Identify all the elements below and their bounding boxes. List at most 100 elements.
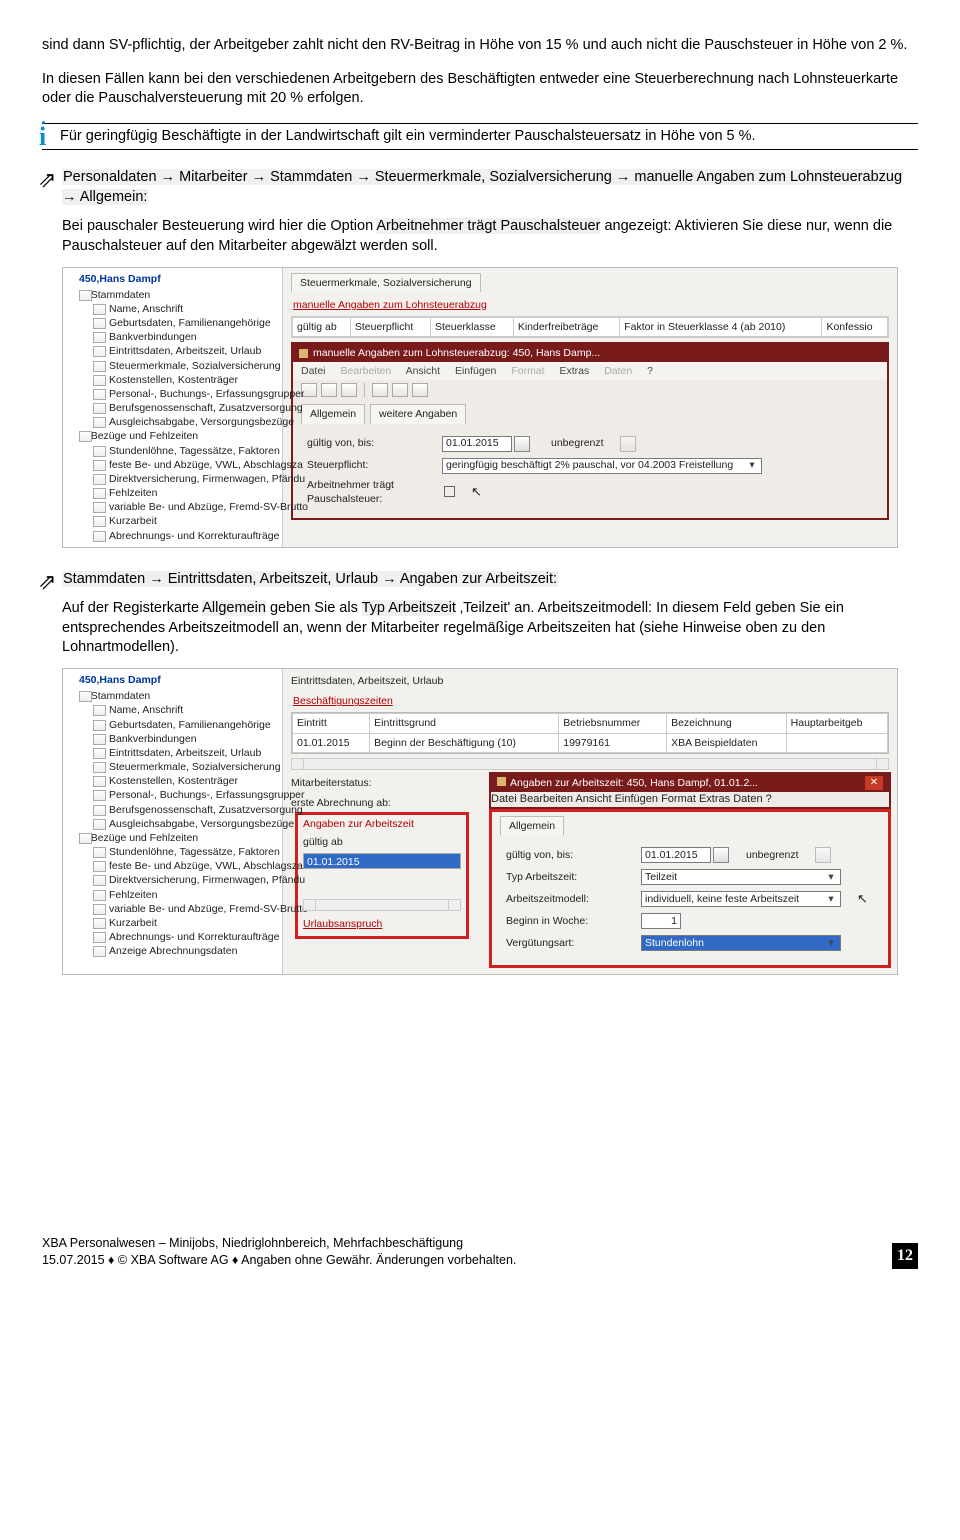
tree-group-bezuege-2[interactable]: Bezüge und Fehlzeiten Stundenlöhne, Tage…: [79, 831, 282, 959]
tree-item[interactable]: Stundenlöhne, Tagessätze, Faktoren: [93, 845, 282, 859]
col-header[interactable]: Kinderfreibeträge: [513, 317, 619, 336]
tree-item[interactable]: Abrechnungs- und Korrekturaufträge: [93, 529, 282, 543]
tb-save-icon[interactable]: [321, 383, 337, 397]
tree-item[interactable]: Berufsgenossenschaft, Zusatzversorgung: [93, 803, 282, 817]
scroll-left-icon[interactable]: [292, 759, 304, 769]
col-header[interactable]: Bezeichnung: [667, 714, 787, 733]
tree-item[interactable]: Eintrittsdaten, Arbeitszeit, Urlaub: [93, 746, 282, 760]
tree-item[interactable]: Fehlzeiten: [93, 486, 282, 500]
tab-weitere-angaben[interactable]: weitere Angaben: [370, 404, 466, 423]
input-beginn-woche[interactable]: 1: [641, 913, 681, 929]
input-gueltig-von[interactable]: 01.01.2015: [442, 436, 512, 452]
sublink-manuelle-angaben[interactable]: manuelle Angaben zum Lohnsteuerabzug: [283, 292, 897, 314]
tb-paste-icon[interactable]: [412, 383, 428, 397]
scroll-right-icon[interactable]: [876, 759, 888, 769]
tree-item[interactable]: feste Be- und Abzüge, VWL, Abschlagsza: [93, 458, 282, 472]
tree-root[interactable]: 450,Hans Dampf: [79, 272, 282, 286]
col-header[interactable]: Betriebsnummer: [559, 714, 667, 733]
tb-cut-icon[interactable]: [372, 383, 388, 397]
menu-daten[interactable]: Daten: [604, 365, 632, 377]
menu-format[interactable]: Format: [511, 365, 544, 377]
tree-item[interactable]: variable Be- und Abzüge, Fremd-SV-Brutto: [93, 902, 282, 916]
chevron-down-icon[interactable]: ▾: [825, 870, 837, 884]
col-header[interactable]: Hauptarbeitgeb: [786, 714, 887, 733]
col-header[interactable]: Eintritt: [293, 714, 370, 733]
table-cell[interactable]: Beginn der Beschäftigung (10): [370, 733, 559, 752]
tree-item[interactable]: Abrechnungs- und Korrekturaufträge: [93, 930, 282, 944]
input-bis[interactable]: unbegrenzt: [743, 847, 813, 863]
menu-ansicht[interactable]: Ansicht: [406, 365, 440, 377]
panel-scrollbar[interactable]: [303, 899, 461, 911]
tree-item[interactable]: Direktversicherung, Firmenwagen, Pfändu: [93, 472, 282, 486]
tree-item[interactable]: Name, Anschrift: [93, 703, 282, 717]
tree-item[interactable]: Ausgleichsabgabe, Versorgungsbezüge: [93, 817, 282, 831]
tree-item[interactable]: Berufsgenossenschaft, Zusatzversorgung: [93, 401, 282, 415]
table-cell[interactable]: 19979161: [559, 733, 667, 752]
tree-item[interactable]: Anzeige Abrechnungsdaten: [93, 944, 282, 958]
tab-steuermerkmale[interactable]: Steuermerkmale, Sozialversicherung: [291, 273, 481, 292]
tb-print-icon[interactable]: [341, 383, 357, 397]
menu-einfuegen[interactable]: Einfügen: [455, 365, 496, 377]
select-arbeitszeitmodell[interactable]: individuell, keine feste Arbeitszeit▾: [641, 891, 841, 907]
menu-datei[interactable]: Datei: [301, 365, 326, 377]
menu-bearbeiten[interactable]: Bearbeiten: [340, 365, 391, 377]
tree-root-2[interactable]: 450,Hans Dampf: [79, 673, 282, 687]
tree-item[interactable]: feste Be- und Abzüge, VWL, Abschlagsza: [93, 859, 282, 873]
tree-item[interactable]: Name, Anschrift: [93, 302, 282, 316]
col-header[interactable]: Steuerklasse: [430, 317, 513, 336]
toolbar[interactable]: [293, 380, 887, 400]
tree-item[interactable]: Steuermerkmale, Sozialversicherung: [93, 760, 282, 774]
tree-item[interactable]: Personal-, Buchungs-, Erfassungsgrupper: [93, 387, 282, 401]
calendar-icon[interactable]: [514, 436, 530, 452]
col-header[interactable]: Faktor in Steuerklasse 4 (ab 2010): [620, 317, 822, 336]
input-gueltig-bis[interactable]: unbegrenzt: [548, 436, 618, 452]
tree-item[interactable]: Direktversicherung, Firmenwagen, Pfändu: [93, 873, 282, 887]
employment-table[interactable]: EintrittEintrittsgrundBetriebsnummerBeze…: [291, 712, 889, 753]
close-icon[interactable]: ✕: [865, 776, 883, 790]
tree-item[interactable]: Eintrittsdaten, Arbeitszeit, Urlaub: [93, 344, 282, 358]
col-header[interactable]: Steuerpflicht: [350, 317, 430, 336]
chevron-down-icon[interactable]: ▾: [825, 936, 837, 950]
select-typ-arbeitszeit[interactable]: Teilzeit▾: [641, 869, 841, 885]
select-verguetungsart[interactable]: Stundenlohn▾: [641, 935, 841, 951]
tree-group-stammdaten[interactable]: Stammdaten Name, AnschriftGeburtsdaten, …: [79, 288, 282, 430]
table-cell[interactable]: XBA Beispieldaten: [667, 733, 787, 752]
select-steuerpflicht[interactable]: geringfügig beschäftigt 2% pauschal, vor…: [442, 458, 762, 474]
scrollbar-horizontal[interactable]: [291, 758, 889, 770]
chevron-down-icon[interactable]: ▾: [825, 892, 837, 906]
table-cell[interactable]: 01.01.2015: [293, 733, 370, 752]
menu-bar[interactable]: Datei Bearbeiten Ansicht Einfügen Format…: [293, 362, 887, 380]
tree-item[interactable]: Kostenstellen, Kostenträger: [93, 373, 282, 387]
tab-allgemein-2[interactable]: Allgemein: [500, 816, 564, 835]
menu-bar-2[interactable]: Datei Bearbeiten Ansicht Einfügen Format…: [491, 792, 889, 807]
menu-extras[interactable]: Extras: [560, 365, 590, 377]
table-cell[interactable]: [786, 733, 887, 752]
tree-item[interactable]: Kostenstellen, Kostenträger: [93, 774, 282, 788]
sublink-beschaeftigungszeiten[interactable]: Beschäftigungszeiten: [283, 688, 897, 710]
tree-item[interactable]: Bankverbindungen: [93, 732, 282, 746]
col-header[interactable]: Konfessio: [822, 317, 888, 336]
col-header[interactable]: Eintrittsgrund: [370, 714, 559, 733]
tree-item[interactable]: Geburtsdaten, Familienangehörige: [93, 718, 282, 732]
tab-allgemein[interactable]: Allgemein: [301, 404, 365, 423]
nav-tree-1[interactable]: 450,Hans Dampf Stammdaten Name, Anschrif…: [63, 268, 283, 547]
menu-help[interactable]: ?: [647, 365, 653, 377]
tree-item[interactable]: Bankverbindungen: [93, 330, 282, 344]
tree-item[interactable]: Fehlzeiten: [93, 888, 282, 902]
tb-copy-icon[interactable]: [392, 383, 408, 397]
tree-item[interactable]: Steuermerkmale, Sozialversicherung: [93, 359, 282, 373]
tree-item[interactable]: Stundenlöhne, Tagessätze, Faktoren: [93, 444, 282, 458]
tree-item[interactable]: Kurzarbeit: [93, 514, 282, 528]
tree-item[interactable]: Ausgleichsabgabe, Versorgungsbezüge: [93, 415, 282, 429]
tree-group-stammdaten-2[interactable]: Stammdaten Name, AnschriftGeburtsdaten, …: [79, 689, 282, 831]
input-von[interactable]: 01.01.2015: [641, 847, 711, 863]
link-urlaubsanspruch[interactable]: Urlaubsanspruch: [298, 913, 466, 935]
chevron-down-icon[interactable]: ▾: [746, 458, 758, 472]
tree-item[interactable]: variable Be- und Abzüge, Fremd-SV-Brutto: [93, 500, 282, 514]
tree-group-bezuege[interactable]: Bezüge und Fehlzeiten Stundenlöhne, Tage…: [79, 429, 282, 542]
col-header[interactable]: gültig ab: [293, 317, 351, 336]
value-gueltig-ab[interactable]: 01.01.2015: [303, 853, 461, 869]
checkbox-pauschalsteuer[interactable]: [444, 486, 455, 497]
tree-item[interactable]: Personal-, Buchungs-, Erfassungsgrupper: [93, 788, 282, 802]
tree-item[interactable]: Geburtsdaten, Familienangehörige: [93, 316, 282, 330]
